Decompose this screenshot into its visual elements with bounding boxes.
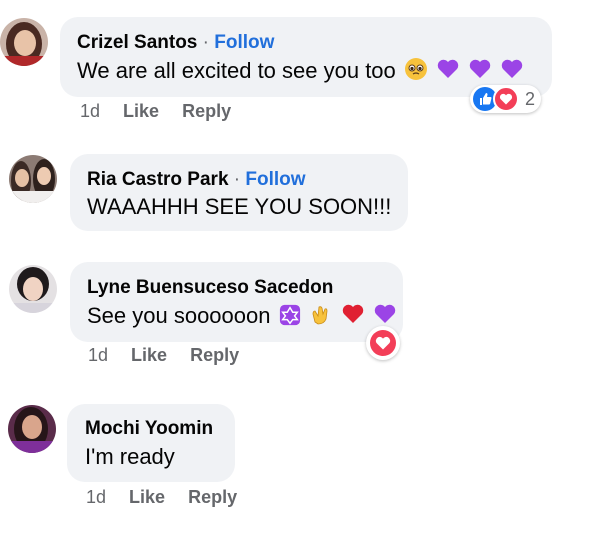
comment-bubble (67, 404, 235, 482)
reply-button[interactable]: Reply (188, 487, 237, 507)
separator: · (233, 169, 241, 190)
comment-text: I'm ready (85, 444, 175, 469)
six-pointed-star-emoji (279, 304, 300, 326)
comment-text: WAAAHHH SEE YOU SOON!!! (87, 194, 392, 219)
reaction-summary[interactable]: 2 (470, 85, 542, 113)
reaction-summary[interactable] (366, 326, 400, 360)
follow-button[interactable]: Follow (245, 169, 305, 190)
like-button[interactable]: Like (131, 345, 167, 365)
love-icon (370, 330, 396, 356)
comment-text: See you soooooon (87, 303, 271, 328)
reaction-count: 2 (525, 88, 536, 109)
avatar[interactable] (8, 405, 56, 453)
comment-text: We are all excited to see you too (77, 58, 396, 83)
purple-heart-emoji (437, 59, 459, 78)
commenter-name[interactable]: Ria Castro Park (87, 169, 229, 190)
purple-heart-emoji (374, 304, 396, 323)
love-icon (493, 86, 519, 112)
commenter-name[interactable]: Crizel Santos (77, 32, 197, 53)
avatar[interactable] (9, 155, 57, 203)
timestamp[interactable]: 1d (86, 487, 106, 507)
reply-button[interactable]: Reply (182, 101, 231, 121)
reply-button[interactable]: Reply (190, 345, 239, 365)
like-button[interactable]: Like (129, 487, 165, 507)
follow-button[interactable]: Follow (214, 32, 274, 53)
like-button[interactable]: Like (123, 101, 159, 121)
commenter-name[interactable]: Lyne Buensuceso Sacedon (87, 277, 333, 299)
purple-heart-emoji (469, 59, 491, 78)
timestamp[interactable]: 1d (80, 101, 100, 121)
commenter-name[interactable]: Mochi Yoomin (85, 418, 213, 440)
avatar[interactable] (0, 18, 48, 66)
red-heart-emoji (342, 304, 364, 323)
timestamp[interactable]: 1d (88, 345, 108, 365)
purple-heart-emoji (502, 59, 523, 78)
clapping-hands-emoji (312, 306, 328, 325)
avatar[interactable] (9, 265, 57, 313)
pleading-face-emoji (404, 58, 427, 80)
separator: · (202, 32, 209, 53)
